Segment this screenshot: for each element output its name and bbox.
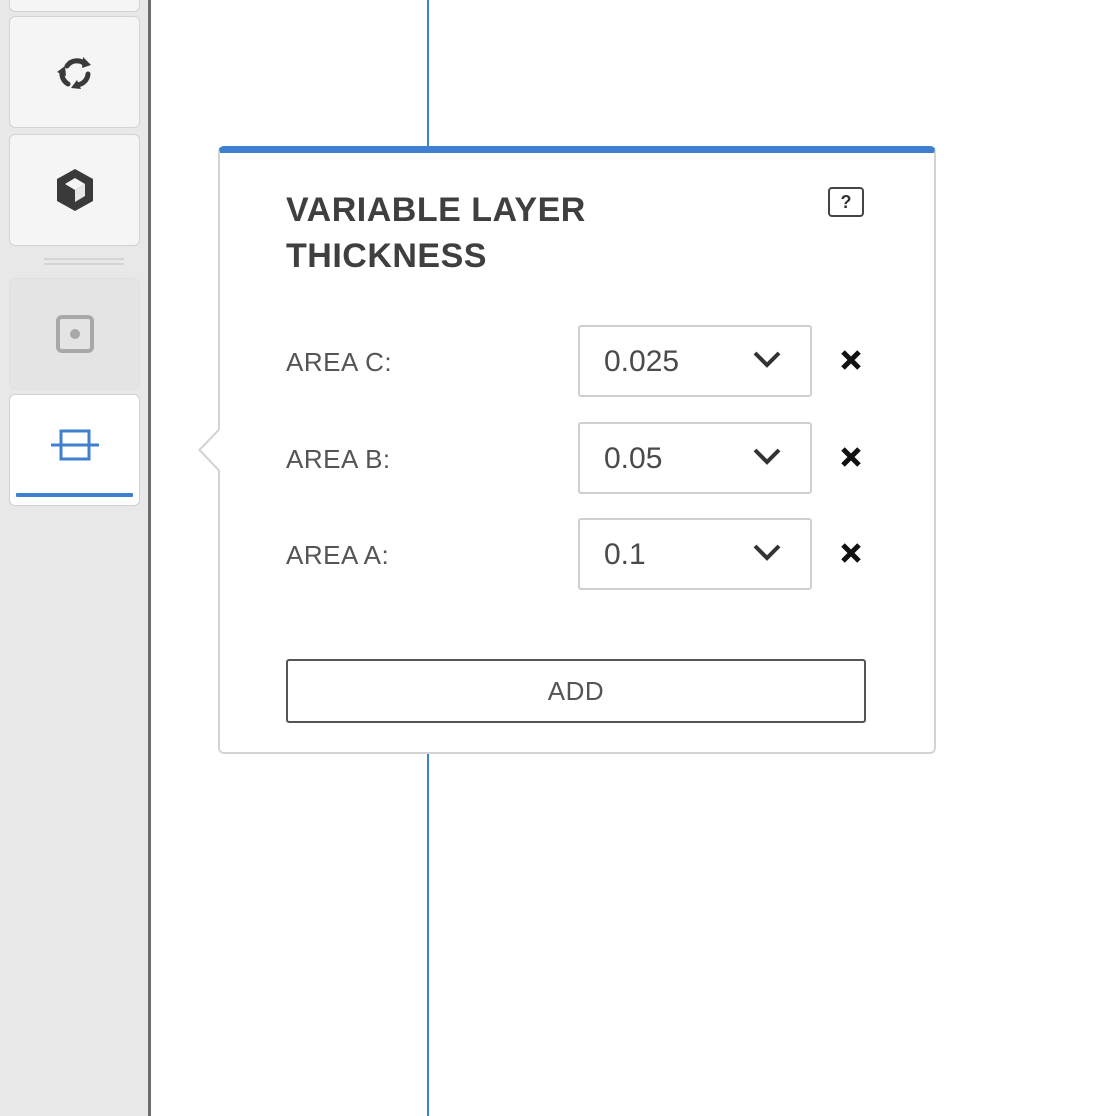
area-label: AREA A: [286,540,390,570]
guide-line-top [427,0,429,150]
dot-square-icon [55,315,94,353]
toolbar-separator [44,258,124,265]
toolbar-button-dot-square[interactable] [9,278,140,390]
toolbar-button-cube[interactable] [9,134,140,246]
guide-line-bottom [427,752,429,1116]
area-c-thickness-select[interactable]: 0.025 [578,325,812,397]
chevron-down-icon [753,448,781,465]
area-value: 0.025 [604,345,680,378]
area-value: 0.05 [604,442,663,475]
variable-layer-thickness-panel: VARIABLE LAYER THICKNESS ? AREA C: 0.025… [218,146,936,754]
chevron-down-icon [753,544,781,561]
area-row-b: AREA B: 0.05 [286,422,876,494]
area-row-c: AREA C: 0.025 [286,325,876,397]
toolbar-button-top[interactable] [9,0,140,12]
close-icon[interactable] [838,444,864,470]
toolbar-button-layer-thickness[interactable] [9,394,140,506]
layer-thickness-icon [50,429,99,461]
cube-icon [56,169,93,211]
area-value: 0.1 [604,538,646,571]
close-icon[interactable] [838,540,864,566]
add-area-button[interactable]: ADD [286,659,866,723]
area-label: AREA B: [286,444,391,474]
panel-title: VARIABLE LAYER THICKNESS [286,191,586,275]
area-label: AREA C: [286,347,393,377]
recycle-icon [56,57,91,89]
help-button[interactable]: ? [828,187,864,217]
panel-pointer-fill [201,430,220,470]
area-a-thickness-select[interactable]: 0.1 [578,518,812,590]
left-toolbar [0,0,151,1116]
app-root: VARIABLE LAYER THICKNESS ? AREA C: 0.025… [0,0,1116,1116]
toolbar-button-recycle[interactable] [9,16,140,128]
chevron-down-icon [753,351,781,368]
area-b-thickness-select[interactable]: 0.05 [578,422,812,494]
close-icon[interactable] [838,347,864,373]
area-row-a: AREA A: 0.1 [286,518,876,590]
